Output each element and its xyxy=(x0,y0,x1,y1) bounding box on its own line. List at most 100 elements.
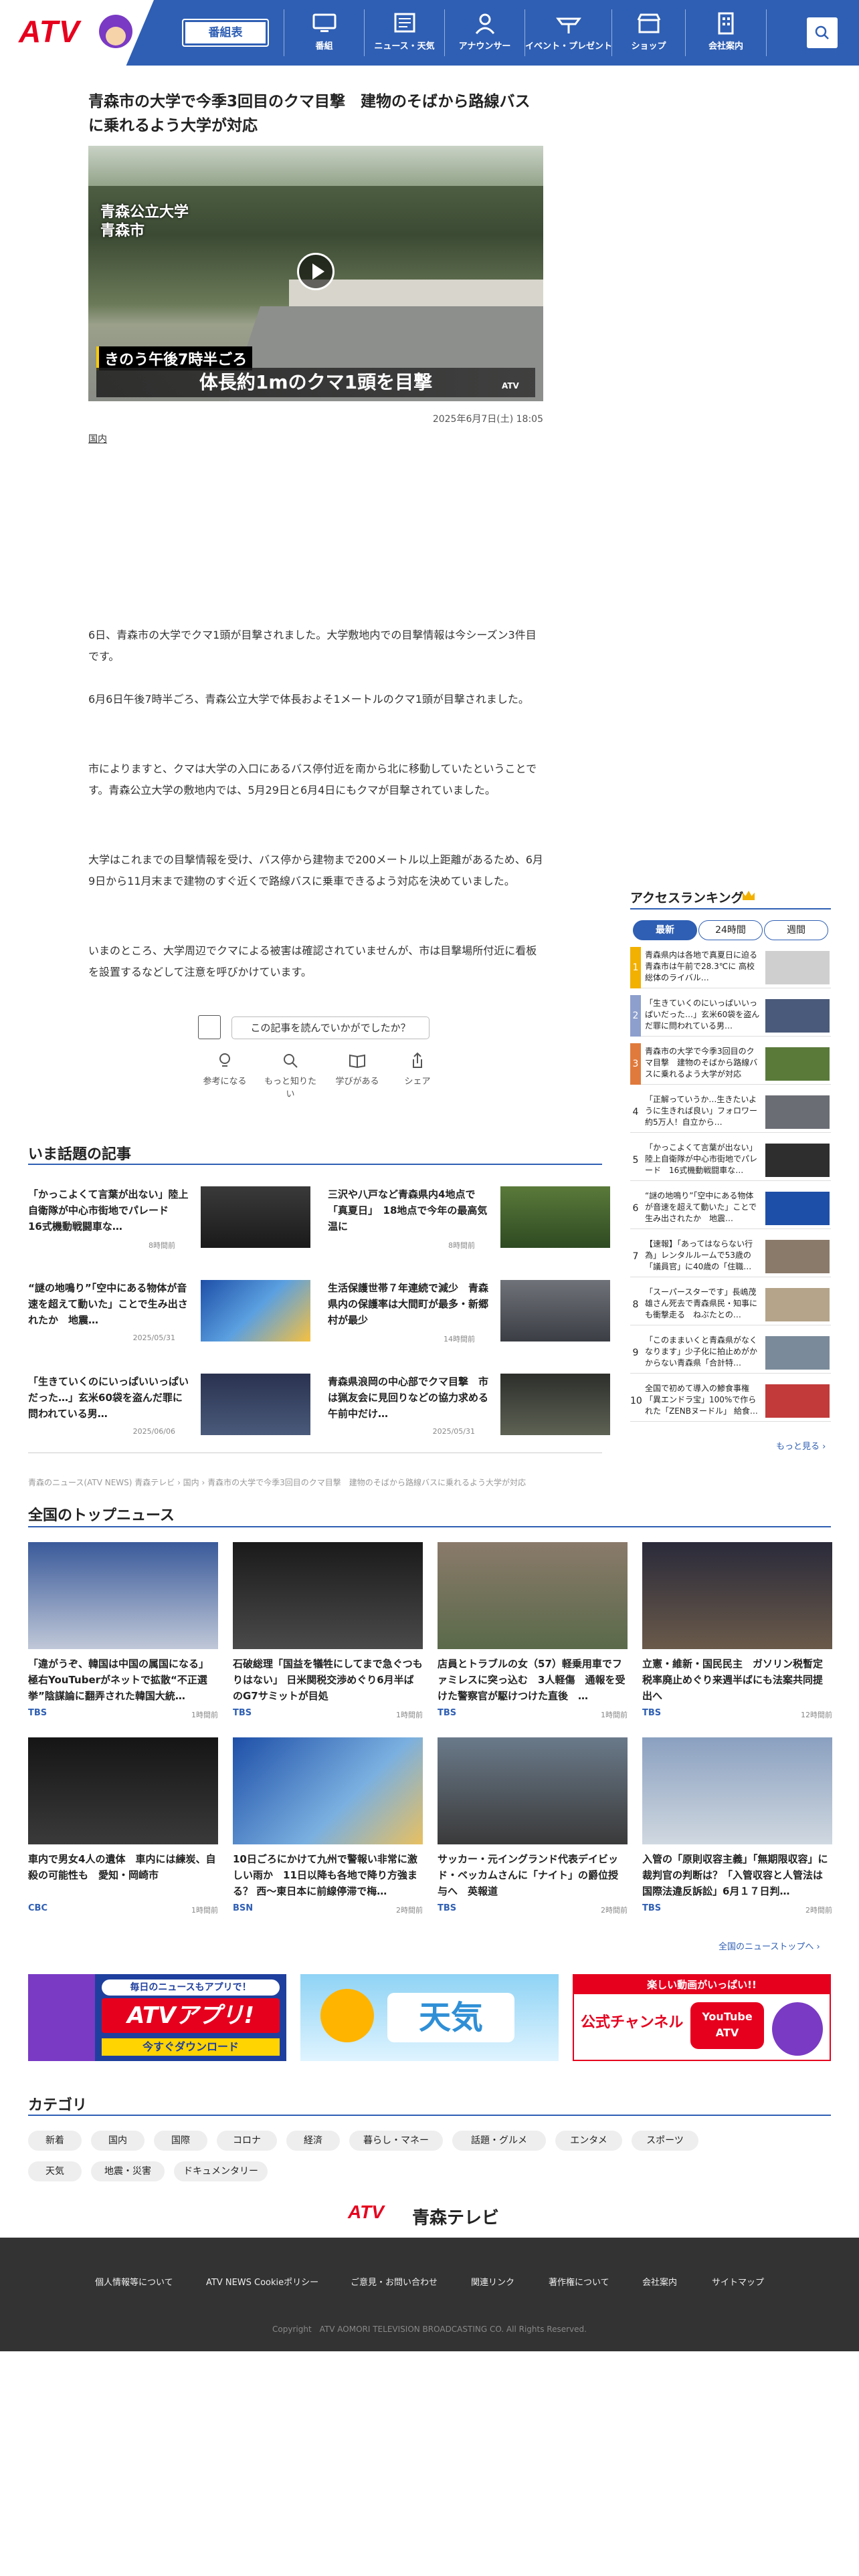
trending-item-title: 青森県浪岡の中心部でクマ目撃 市は猟友会に見回りなどの協力求める 午前中だけ… xyxy=(328,1376,491,1420)
nav-shop[interactable]: ショップ xyxy=(611,9,685,56)
topnews-source: BSN xyxy=(233,1903,254,1913)
trending-thumbnail xyxy=(500,1374,610,1435)
ranking-tab-latest[interactable]: 最新 xyxy=(633,920,697,940)
breadcrumb[interactable]: 青森のニュース(ATV NEWS) 青森テレビ › 国内 › 青森市の大学で今季… xyxy=(28,1477,526,1488)
topnews-thumbnail xyxy=(438,1737,628,1844)
banner-weather[interactable]: 天気 xyxy=(300,1974,559,2061)
ranking-item-title: 全国で初めて導入の鯵食事権「異エンドラ宝」100%で作られた「ZENBヌードル」… xyxy=(645,1384,758,1416)
mascot-icon xyxy=(99,15,132,48)
category-chip[interactable]: 話題・グルメ xyxy=(452,2131,546,2151)
bangumi-button[interactable]: 番組表 xyxy=(182,19,269,47)
category-chip[interactable]: 暮らし・マネー xyxy=(349,2131,443,2151)
topnews-title: 全国のトップニュース xyxy=(28,1507,175,1524)
trending-thumbnail xyxy=(500,1280,610,1341)
copyright: Copyright ATV AOMORI TELEVISION BROADCAS… xyxy=(272,2325,587,2334)
footer-link[interactable]: 個人情報等について xyxy=(95,2275,173,2288)
topnews-item-title: 車内で男女4人の遺体 車内には練炭、自殺の可能性も 愛知・岡崎市 xyxy=(28,1853,216,1881)
topnews-thumbnail xyxy=(233,1542,423,1649)
ranking-thumbnail xyxy=(765,1384,830,1418)
ranking-item[interactable]: 2 「生きていくのにいっぱいいっぱいだった…」玄米60袋を盗んだ罪に問われている男… xyxy=(630,995,831,1037)
topnews-item-title: 立憲・維新・国民民主 ガソリン税暫定税率廃止めぐり来週半ばにも法案共同提出へ xyxy=(642,1658,824,1702)
topnews-item[interactable]: 車内で男女4人の遺体 車内には練炭、自殺の可能性も 愛知・岡崎市 CBC 1時間前 xyxy=(28,1737,218,1918)
trending-item[interactable]: 青森県浪岡の中心部でクマ目撃 市は猟友会に見回りなどの協力求める 午前中だけ… … xyxy=(328,1374,615,1440)
footer-link[interactable]: 関連リンク xyxy=(471,2275,514,2288)
topnews-thumbnail xyxy=(438,1542,628,1649)
ranking-item[interactable]: 9 「このままいくと青森県がなくなります」少子化に拍止めがかからない青森県「合計特… xyxy=(630,1332,831,1374)
trending-thumbnail xyxy=(201,1374,310,1435)
reaction-share[interactable]: シェア xyxy=(391,1051,444,1087)
topnews-item[interactable]: 「違がうぞ、韓国は中国の属国になる」極右YouTuberがネットで拡散“不正選挙… xyxy=(28,1542,218,1723)
nav-event[interactable]: イベント・プレゼント xyxy=(524,9,612,56)
category-chip[interactable]: 国際 xyxy=(154,2131,207,2151)
article-category-link[interactable]: 国内 xyxy=(88,432,107,445)
topnews-item[interactable]: サッカー・元イングランド代表デイビッド・ベッカムさんに「ナイト」の爵位授与へ 英… xyxy=(438,1737,628,1918)
nav-announcer[interactable]: アナウンサー xyxy=(444,9,524,56)
footer-link[interactable]: ATV NEWS Cookieポリシー xyxy=(206,2275,318,2288)
ranking-item[interactable]: 6 “謎の地鳴り”「空中にある物体が音速を超えて動いた」ことで生み出されたか 地震… xyxy=(630,1188,831,1229)
play-icon[interactable] xyxy=(297,253,335,290)
trending-item[interactable]: 「かっこよくて言葉が出ない」陸上自衛隊が中心市街地でパレード 16式機動戦闘車な… xyxy=(28,1186,316,1253)
topnews-item[interactable]: 石破総理「国益を犠牲にしてまで急ぐつもりはない」 日米関税交渉めぐり6月半ばのG… xyxy=(233,1542,423,1723)
search-button[interactable] xyxy=(807,17,838,48)
building-icon xyxy=(718,12,734,35)
topnews-item[interactable]: 店員とトラブルの女（57）軽乗用車でファミレスに突っ込む 3人軽傷 通報を受けた… xyxy=(438,1542,628,1723)
ranking-item[interactable]: 8 「スーパースターです」長嶋茂雄さん死去で青森県民・知事にも衝撃走る ねぶたとの… xyxy=(630,1284,831,1325)
trending-item[interactable]: 生活保護世帯７年連続で減少 青森県内の保護率は大間町が最多・新郷村が最少 14時… xyxy=(328,1280,615,1347)
trending-item[interactable]: “謎の地鳴り”「空中にある物体が音速を超えて動いた」ことで生み出されたか 地震…… xyxy=(28,1280,316,1347)
category-chip[interactable]: 新着 xyxy=(28,2131,82,2151)
nav-company[interactable]: 会社案内 xyxy=(685,9,767,56)
topnews-item[interactable]: 立憲・維新・国民民主 ガソリン税暫定税率廃止めぐり来週半ばにも法案共同提出へ TB… xyxy=(642,1542,832,1723)
banner-youtube[interactable]: 楽しい動画がいっぱい!! 公式チャンネル YouTube ATV xyxy=(573,1974,831,2061)
banner-atv-app[interactable]: 毎日のニュースもアプリで！ ATVアプリ! 今すぐダウンロード xyxy=(28,1974,286,2061)
article-header: 青森市の大学で今季3回目のクマ目撃 建物のそばから路線バスに乗れるよう大学が対応 xyxy=(88,90,543,138)
ranking-item-title: 「正解っていうか…生きたいように生きれば良い」フォロワー約5万人！自立から… xyxy=(645,1095,758,1127)
video-sky xyxy=(88,146,543,186)
topnews-source: TBS xyxy=(642,1708,662,1718)
topnews-item[interactable]: 10日ごろにかけて九州で警報い非常に激しい雨か 11日以降も各地で降り方強まる？… xyxy=(233,1737,423,1918)
footer-link[interactable]: 著作権について xyxy=(549,2275,609,2288)
category-chip[interactable]: 国内 xyxy=(91,2131,145,2151)
nav-label: 番組 xyxy=(315,41,333,51)
footer-link[interactable]: ご意見・お問い合わせ xyxy=(351,2275,438,2288)
trending-item-title: 生活保護世帯７年連続で減少 青森県内の保護率は大間町が最多・新郷村が最少 xyxy=(328,1282,489,1326)
reaction-more[interactable]: もっと知りたい xyxy=(264,1051,317,1099)
ranking-item[interactable]: 5 「かっこよくて言葉が出ない」陸上自衛隊が中心市街地でパレード 16式機動戦闘車… xyxy=(630,1140,831,1181)
ranking-item[interactable]: 10 全国で初めて導入の鯵食事権「異エンドラ宝」100%で作られた「ZENBヌード… xyxy=(630,1380,831,1422)
reaction-learn[interactable]: 学びがある xyxy=(330,1051,384,1087)
feedback-question[interactable]: この記事を読んでいかがでしたか？ xyxy=(198,1015,432,1039)
reaction-helpful[interactable]: 参考になる xyxy=(198,1051,252,1087)
ranking-item[interactable]: 1 青森県内は各地で真夏日に迫る 青森市は午前で28.3℃に 高校総体のライバル… xyxy=(630,947,831,988)
category-chip[interactable]: 天気 xyxy=(28,2161,82,2181)
topnews-time: 1時間前 xyxy=(191,1711,218,1719)
category-title: カテゴリ xyxy=(28,2097,88,2114)
topnews-more-link[interactable]: 全国のニューストップへ › xyxy=(719,1939,820,1952)
video-main-caption: 体長約1mのクマ1頭を目撃 xyxy=(96,368,535,397)
category-chip[interactable]: 経済 xyxy=(286,2131,340,2151)
ranking-tab-week[interactable]: 週間 xyxy=(764,920,828,940)
footer-link[interactable]: サイトマップ xyxy=(712,2275,764,2288)
ranking-item[interactable]: 3 青森市の大学で今季3回目のクマ目撃 建物のそばから路線バスに乗れるよう大学が対… xyxy=(630,1043,831,1085)
topnews-time: 2時間前 xyxy=(805,1906,832,1915)
site-logo[interactable]: ATV xyxy=(0,0,154,66)
nav-news[interactable]: ニュース・天気 xyxy=(364,9,444,56)
ranking-item[interactable]: 7 【速報】「あってはならない行為」レンタルルームで53歳の「議員官」に40歳の「… xyxy=(630,1236,831,1277)
ranking-thumbnail xyxy=(765,1192,830,1225)
category-chip[interactable]: コロナ xyxy=(217,2131,277,2151)
ranking-thumbnail xyxy=(765,1095,830,1129)
footer-link[interactable]: 会社案内 xyxy=(642,2275,677,2288)
ranking-item[interactable]: 4 「正解っていうか…生きたいように生きれば良い」フォロワー約5万人！自立から… xyxy=(630,1091,831,1133)
footer-logo[interactable]: ATV xyxy=(348,2202,384,2223)
topnews-item-title: 入管の「原則収容主義」「無期限収容」に裁判官の判断は？「入管収容と人管法は国際法… xyxy=(642,1853,828,1897)
search-icon xyxy=(815,25,829,39)
ranking-tab-24h[interactable]: 24時間 xyxy=(698,920,763,940)
article-video[interactable]: 青森公立大学 青森市 きのう午後7時半ごろ 体長約1mのクマ1頭を目撃 ATV xyxy=(88,146,543,401)
category-chip[interactable]: ドキュメンタリー xyxy=(174,2161,268,2181)
trending-item[interactable]: 「生きていくのにいっぱいいっぱいだった…」玄米60袋を盗んだ罪に問われている男…… xyxy=(28,1374,316,1440)
nav-bangumi[interactable]: 番組 xyxy=(284,9,364,56)
category-chip[interactable]: スポーツ xyxy=(632,2131,698,2151)
trending-item[interactable]: 三沢や八戸など青森県内4地点で「真夏日」 18地点で今年の最高気温に 8時間前 xyxy=(328,1186,615,1253)
category-chip[interactable]: 地震・災害 xyxy=(91,2161,165,2181)
ranking-more-link[interactable]: もっと見る › xyxy=(776,1439,826,1452)
topnews-item[interactable]: 入管の「原則収容主義」「無期限収容」に裁判官の判断は？「入管収容と人管法は国際法… xyxy=(642,1737,832,1918)
category-chip[interactable]: エンタメ xyxy=(555,2131,622,2151)
